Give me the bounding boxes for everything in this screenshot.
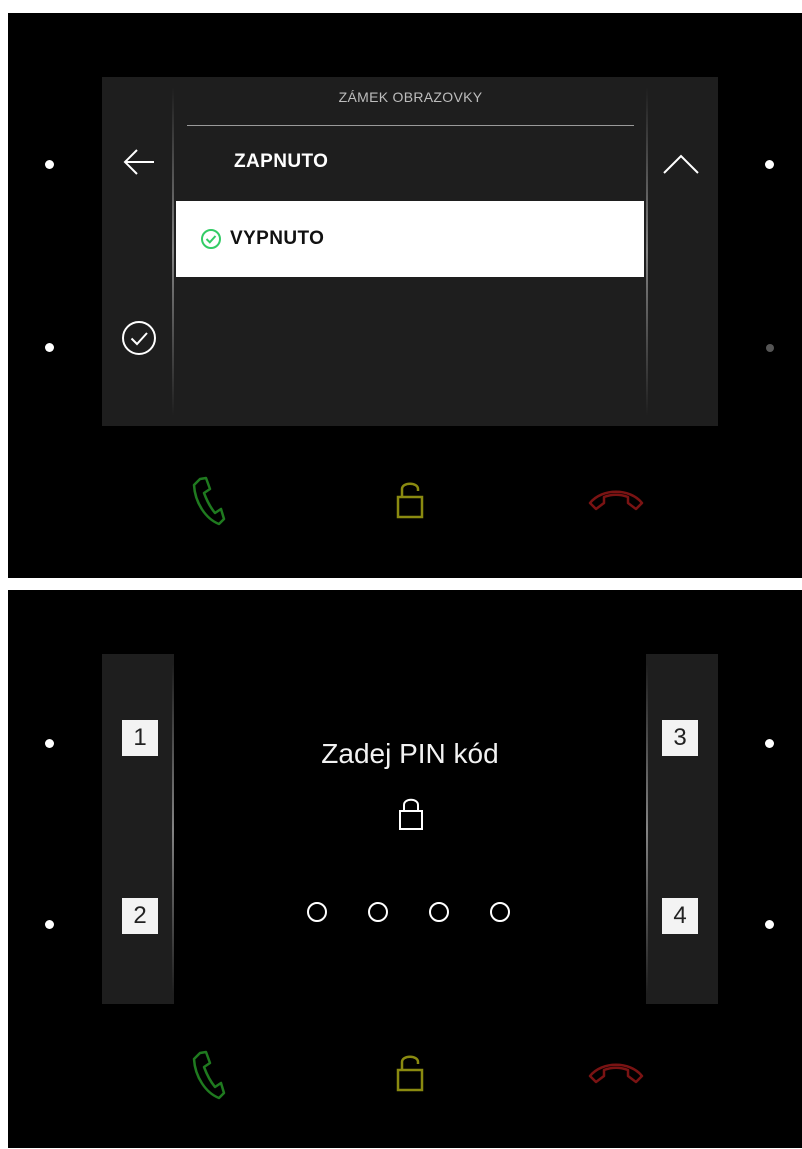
phone-hangup-icon[interactable] xyxy=(586,485,646,511)
pin-key-3[interactable]: 3 xyxy=(662,720,698,756)
pin-digit-dot xyxy=(368,902,388,922)
chevron-up-icon[interactable] xyxy=(662,153,700,175)
left-softkey-column xyxy=(102,77,174,426)
right-key-column: 3 4 xyxy=(646,654,718,1004)
pin-key-4[interactable]: 4 xyxy=(662,898,698,934)
phone-icon[interactable] xyxy=(186,1049,226,1103)
button-led-left-bottom xyxy=(45,920,54,929)
right-softkey-column xyxy=(646,77,718,426)
pin-key-2[interactable]: 2 xyxy=(122,898,158,934)
arrow-left-icon[interactable] xyxy=(122,147,156,177)
button-led-right-bottom xyxy=(766,344,774,352)
unlock-icon[interactable] xyxy=(394,1052,426,1094)
menu-option-label: ZAPNUTO xyxy=(234,151,329,172)
button-led-left-top xyxy=(45,160,54,169)
phone-hangup-icon[interactable] xyxy=(586,1058,646,1084)
pin-entry-screen: 1 2 3 4 Zadej PIN kód xyxy=(102,654,718,1004)
left-key-column: 1 2 xyxy=(102,654,174,1004)
menu-option-label: VYPNUTO xyxy=(230,228,325,249)
check-circle-icon[interactable] xyxy=(121,320,157,356)
unlock-icon[interactable] xyxy=(394,479,426,521)
button-led-right-bottom xyxy=(765,920,774,929)
pin-key-1[interactable]: 1 xyxy=(122,720,158,756)
button-led-left-bottom xyxy=(45,343,54,352)
button-led-right-top xyxy=(765,160,774,169)
menu-option-zapnuto[interactable]: ZAPNUTO xyxy=(176,124,644,200)
menu-option-vypnuto[interactable]: VYPNUTO xyxy=(176,201,644,277)
check-circle-icon xyxy=(200,228,222,250)
button-led-left-top xyxy=(45,739,54,748)
button-led-right-top xyxy=(765,739,774,748)
pin-digit-dot xyxy=(429,902,449,922)
menu-title: ZÁMEK OBRAZOVKY xyxy=(338,89,483,105)
pin-digit-dot xyxy=(490,902,510,922)
pin-prompt: Zadej PIN kód xyxy=(321,738,499,769)
phone-icon[interactable] xyxy=(186,475,226,529)
lock-menu-screen: ZÁMEK OBRAZOVKY ZAPNUTO VYPNUTO xyxy=(102,77,718,426)
pin-digit-dot xyxy=(307,902,327,922)
intercom-device-pin-entry: 1 2 3 4 Zadej PIN kód xyxy=(8,590,802,1148)
padlock-icon xyxy=(399,798,423,830)
intercom-device-lock-menu: ZÁMEK OBRAZOVKY ZAPNUTO VYPNUTO xyxy=(8,13,802,578)
